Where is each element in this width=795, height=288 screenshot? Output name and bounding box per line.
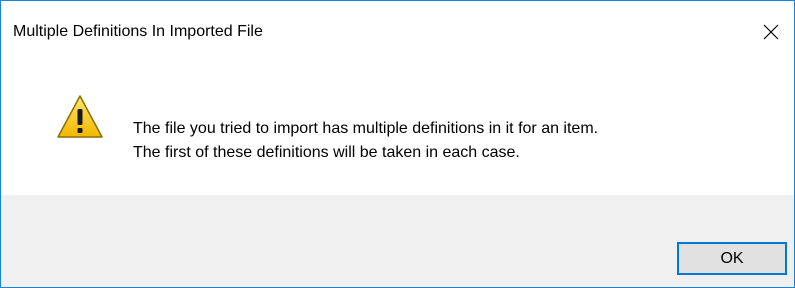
dialog-content: The file you tried to import has multipl…: [1, 63, 794, 195]
message-line-1: The file you tried to import has multipl…: [133, 120, 599, 137]
dialog-title: Multiple Definitions In Imported File: [13, 23, 263, 40]
title-bar[interactable]: Multiple Definitions In Imported File: [1, 1, 794, 63]
close-button[interactable]: [748, 1, 794, 63]
message-line-2: The first of these definitions will be t…: [133, 144, 520, 161]
message-text: The file you tried to import has multipl…: [133, 117, 598, 165]
warning-icon: [57, 95, 103, 138]
close-icon: [763, 24, 779, 40]
message-dialog: Multiple Definitions In Imported File Th…: [0, 0, 795, 288]
button-bar: OK: [1, 195, 794, 287]
ok-button[interactable]: OK: [677, 242, 787, 275]
